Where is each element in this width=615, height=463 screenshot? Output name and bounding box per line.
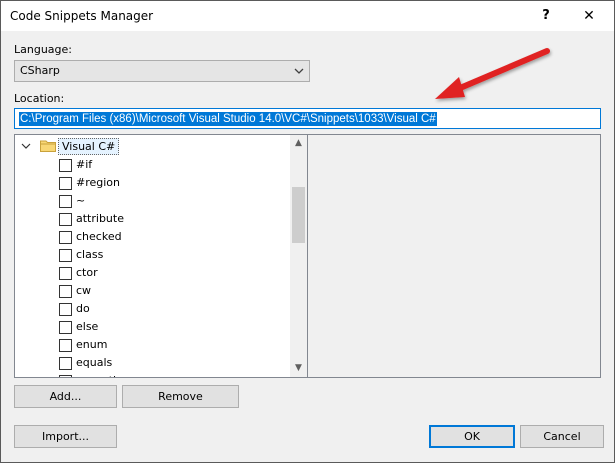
snippet-checkbox[interactable] <box>59 321 72 334</box>
tree-item-label: equals <box>76 356 113 369</box>
tree-root-visual-csharp[interactable]: Visual C# <box>19 138 129 155</box>
tree-item-label: #region <box>76 176 121 189</box>
snippet-checkbox[interactable] <box>59 375 72 377</box>
tree-item-label: #if <box>76 158 93 171</box>
tree-item[interactable]: enum <box>59 336 259 354</box>
location-path-selected-text: C:\Program Files (x86)\Microsoft Visual … <box>19 112 437 126</box>
tree-item-label: else <box>76 320 99 333</box>
import-button[interactable]: Import... <box>14 425 117 448</box>
tree-item-label: enum <box>76 338 108 351</box>
tree-item[interactable]: checked <box>59 228 259 246</box>
snippet-checkbox[interactable] <box>59 195 72 208</box>
snippet-details-panel <box>308 134 601 378</box>
language-label: Language: <box>14 43 72 56</box>
ok-button[interactable]: OK <box>429 425 515 448</box>
remove-button[interactable]: Remove <box>122 385 239 408</box>
tree-item[interactable]: cw <box>59 282 259 300</box>
tree-root-label: Visual C# <box>58 138 120 155</box>
snippet-checkbox[interactable] <box>59 177 72 190</box>
scroll-thumb[interactable] <box>292 187 305 243</box>
tree-item[interactable]: #region <box>59 174 259 192</box>
tree-item[interactable]: ctor <box>59 264 259 282</box>
chevron-down-icon <box>294 68 304 74</box>
snippet-checkbox[interactable] <box>59 285 72 298</box>
tree-item[interactable]: ~ <box>59 192 259 210</box>
tree-item-label: exception <box>76 374 130 377</box>
cancel-button[interactable]: Cancel <box>520 425 604 448</box>
tree-item-label: cw <box>76 284 92 297</box>
snippet-checkbox[interactable] <box>59 339 72 352</box>
tree-item-label: attribute <box>76 212 124 225</box>
scroll-down-arrow-icon[interactable]: ▼ <box>290 360 307 377</box>
location-field[interactable]: C:\Program Files (x86)\Microsoft Visual … <box>14 108 601 129</box>
close-button[interactable]: ✕ <box>578 6 600 26</box>
title-bar: Code Snippets Manager ? ✕ <box>1 1 614 31</box>
snippet-checkbox[interactable] <box>59 213 72 226</box>
tree-scrollbar[interactable]: ▲ ▼ <box>290 135 307 377</box>
snippet-checkbox[interactable] <box>59 231 72 244</box>
add-button[interactable]: Add... <box>14 385 117 408</box>
tree-item-label: ctor <box>76 266 98 279</box>
tree-item[interactable]: else <box>59 318 259 336</box>
tree-item[interactable]: exception <box>59 372 259 377</box>
help-button[interactable]: ? <box>535 6 557 26</box>
snippet-tree[interactable]: Visual C# #if #region ~ attribute checked cla… <box>14 134 308 378</box>
snippet-checkbox[interactable] <box>59 249 72 262</box>
location-label: Location: <box>14 92 65 105</box>
snippet-checkbox[interactable] <box>59 159 72 172</box>
snippet-checkbox[interactable] <box>59 303 72 316</box>
tree-item[interactable]: do <box>59 300 259 318</box>
snippet-checkbox[interactable] <box>59 267 72 280</box>
snippet-checkbox[interactable] <box>59 357 72 370</box>
tree-item-label: ~ <box>76 194 86 207</box>
tree-item[interactable]: class <box>59 246 259 264</box>
language-selected-value: CSharp <box>20 64 60 77</box>
red-arrow-annotation-icon <box>435 48 550 99</box>
folder-icon <box>40 140 56 152</box>
chevron-down-icon[interactable] <box>21 141 31 151</box>
scroll-up-arrow-icon[interactable]: ▲ <box>290 135 307 152</box>
code-snippets-manager-dialog: Code Snippets Manager ? ✕ Language: CSha… <box>0 0 615 463</box>
tree-item-label: checked <box>76 230 122 243</box>
tree-item[interactable]: #if <box>59 156 259 174</box>
tree-item-label: class <box>76 248 104 261</box>
window-title: Code Snippets Manager <box>10 9 154 23</box>
tree-item[interactable]: equals <box>59 354 259 372</box>
language-dropdown[interactable]: CSharp <box>14 60 310 82</box>
tree-item-label: do <box>76 302 90 315</box>
tree-item[interactable]: attribute <box>59 210 259 228</box>
